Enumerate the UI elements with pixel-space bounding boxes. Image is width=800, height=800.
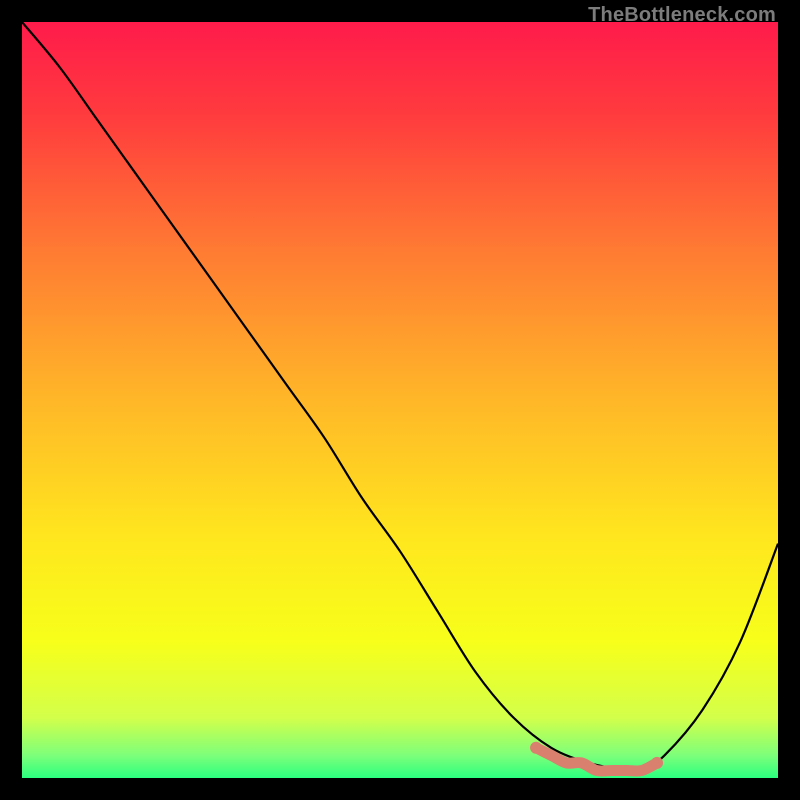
chart-curves bbox=[22, 22, 778, 778]
optimal-zone-end-dot bbox=[651, 757, 663, 769]
optimal-zone-highlight bbox=[536, 748, 657, 771]
bottleneck-curve bbox=[22, 22, 778, 772]
chart-container: TheBottleneck.com bbox=[0, 0, 800, 800]
watermark-text: TheBottleneck.com bbox=[588, 4, 776, 27]
plot-area bbox=[22, 22, 778, 778]
optimal-zone-start-dot bbox=[530, 742, 542, 754]
